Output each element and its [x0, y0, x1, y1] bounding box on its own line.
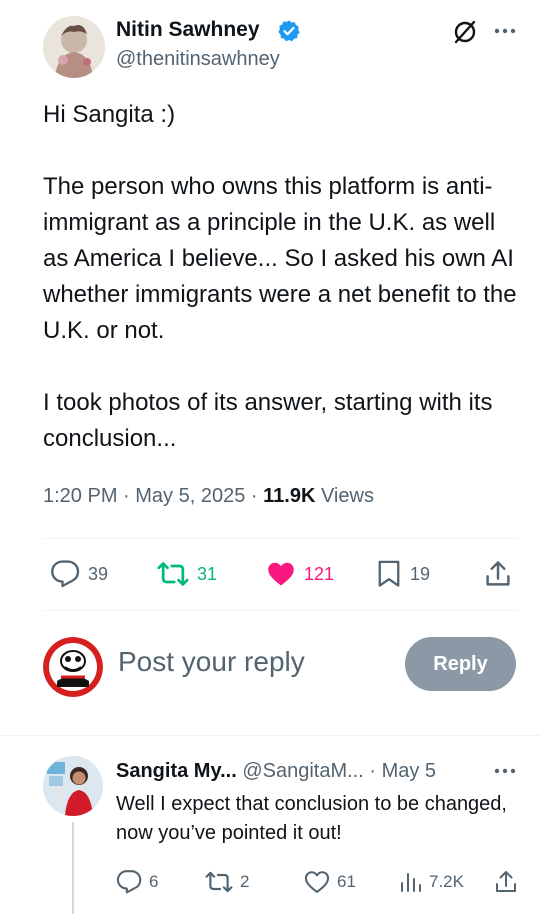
- author-avatar[interactable]: [43, 16, 105, 78]
- share-icon: [496, 871, 516, 892]
- views-label: Views: [320, 485, 374, 507]
- more-icon[interactable]: [492, 760, 518, 782]
- author-name[interactable]: Nitin Sawhney: [116, 18, 260, 42]
- reply-views-count: 7.2K: [429, 872, 464, 891]
- like-action[interactable]: 121: [266, 556, 334, 592]
- reply-date[interactable]: · May 5: [369, 760, 436, 782]
- reply-count: 39: [88, 563, 109, 584]
- divider: [0, 735, 540, 736]
- reply-icon: [116, 870, 142, 894]
- repost-count: 31: [197, 563, 218, 584]
- grok-icon[interactable]: [451, 18, 479, 46]
- bookmark-count: 19: [410, 563, 431, 584]
- reply-repost-action[interactable]: 2: [205, 867, 249, 897]
- reply-author-handle[interactable]: @SangitaM...: [242, 760, 363, 782]
- repost-icon: [205, 871, 233, 893]
- meta-separator: ·: [250, 485, 264, 507]
- verified-badge-icon: [277, 19, 301, 43]
- bookmark-icon: [378, 560, 400, 587]
- meta-separator: ·: [123, 485, 136, 507]
- reply-views-action[interactable]: 7.2K: [398, 867, 464, 897]
- tweet-meta: 1:20 PM · May 5, 2025 · 11.9K Views: [43, 485, 374, 508]
- divider: [43, 610, 518, 611]
- repost-action[interactable]: 31: [157, 556, 217, 592]
- tweet-time[interactable]: 1:20 PM: [43, 485, 117, 507]
- reply-text: Well I expect that conclusion to be chan…: [116, 793, 507, 844]
- current-user-avatar[interactable]: [43, 637, 103, 697]
- bookmark-action[interactable]: 19: [376, 556, 430, 592]
- reply-button[interactable]: Reply: [405, 637, 516, 691]
- reply-action[interactable]: 39: [50, 556, 108, 592]
- reply-input[interactable]: Post your reply: [118, 646, 305, 678]
- reply-reply-count: 6: [149, 872, 159, 891]
- reply-author-avatar[interactable]: [43, 756, 103, 816]
- thread-line: [72, 822, 74, 914]
- views-icon: [401, 873, 421, 892]
- tweet-date[interactable]: May 5, 2025: [135, 485, 245, 507]
- like-icon: [304, 871, 330, 893]
- divider: [43, 538, 518, 539]
- reply-reply-action[interactable]: 6: [116, 867, 158, 897]
- like-count: 121: [304, 563, 335, 584]
- reply-icon: [51, 560, 80, 588]
- like-icon: [268, 562, 294, 586]
- share-icon: [486, 561, 510, 586]
- reply-header: Sangita My... @SangitaM... · May 5: [116, 760, 436, 783]
- reply-share-action[interactable]: [494, 867, 518, 897]
- tweet-text: Hi Sangita :) The person who owns this p…: [43, 101, 517, 452]
- reply-like-count: 61: [337, 872, 356, 891]
- more-icon[interactable]: [492, 20, 518, 42]
- reply-author-name[interactable]: Sangita My...: [116, 760, 237, 782]
- reply-like-action[interactable]: 61: [304, 867, 356, 897]
- repost-icon: [157, 562, 189, 586]
- author-handle[interactable]: @thenitinsawhney: [116, 48, 280, 71]
- reply-repost-count: 2: [240, 872, 250, 891]
- views-count: 11.9K: [263, 485, 316, 507]
- share-action[interactable]: [484, 556, 512, 592]
